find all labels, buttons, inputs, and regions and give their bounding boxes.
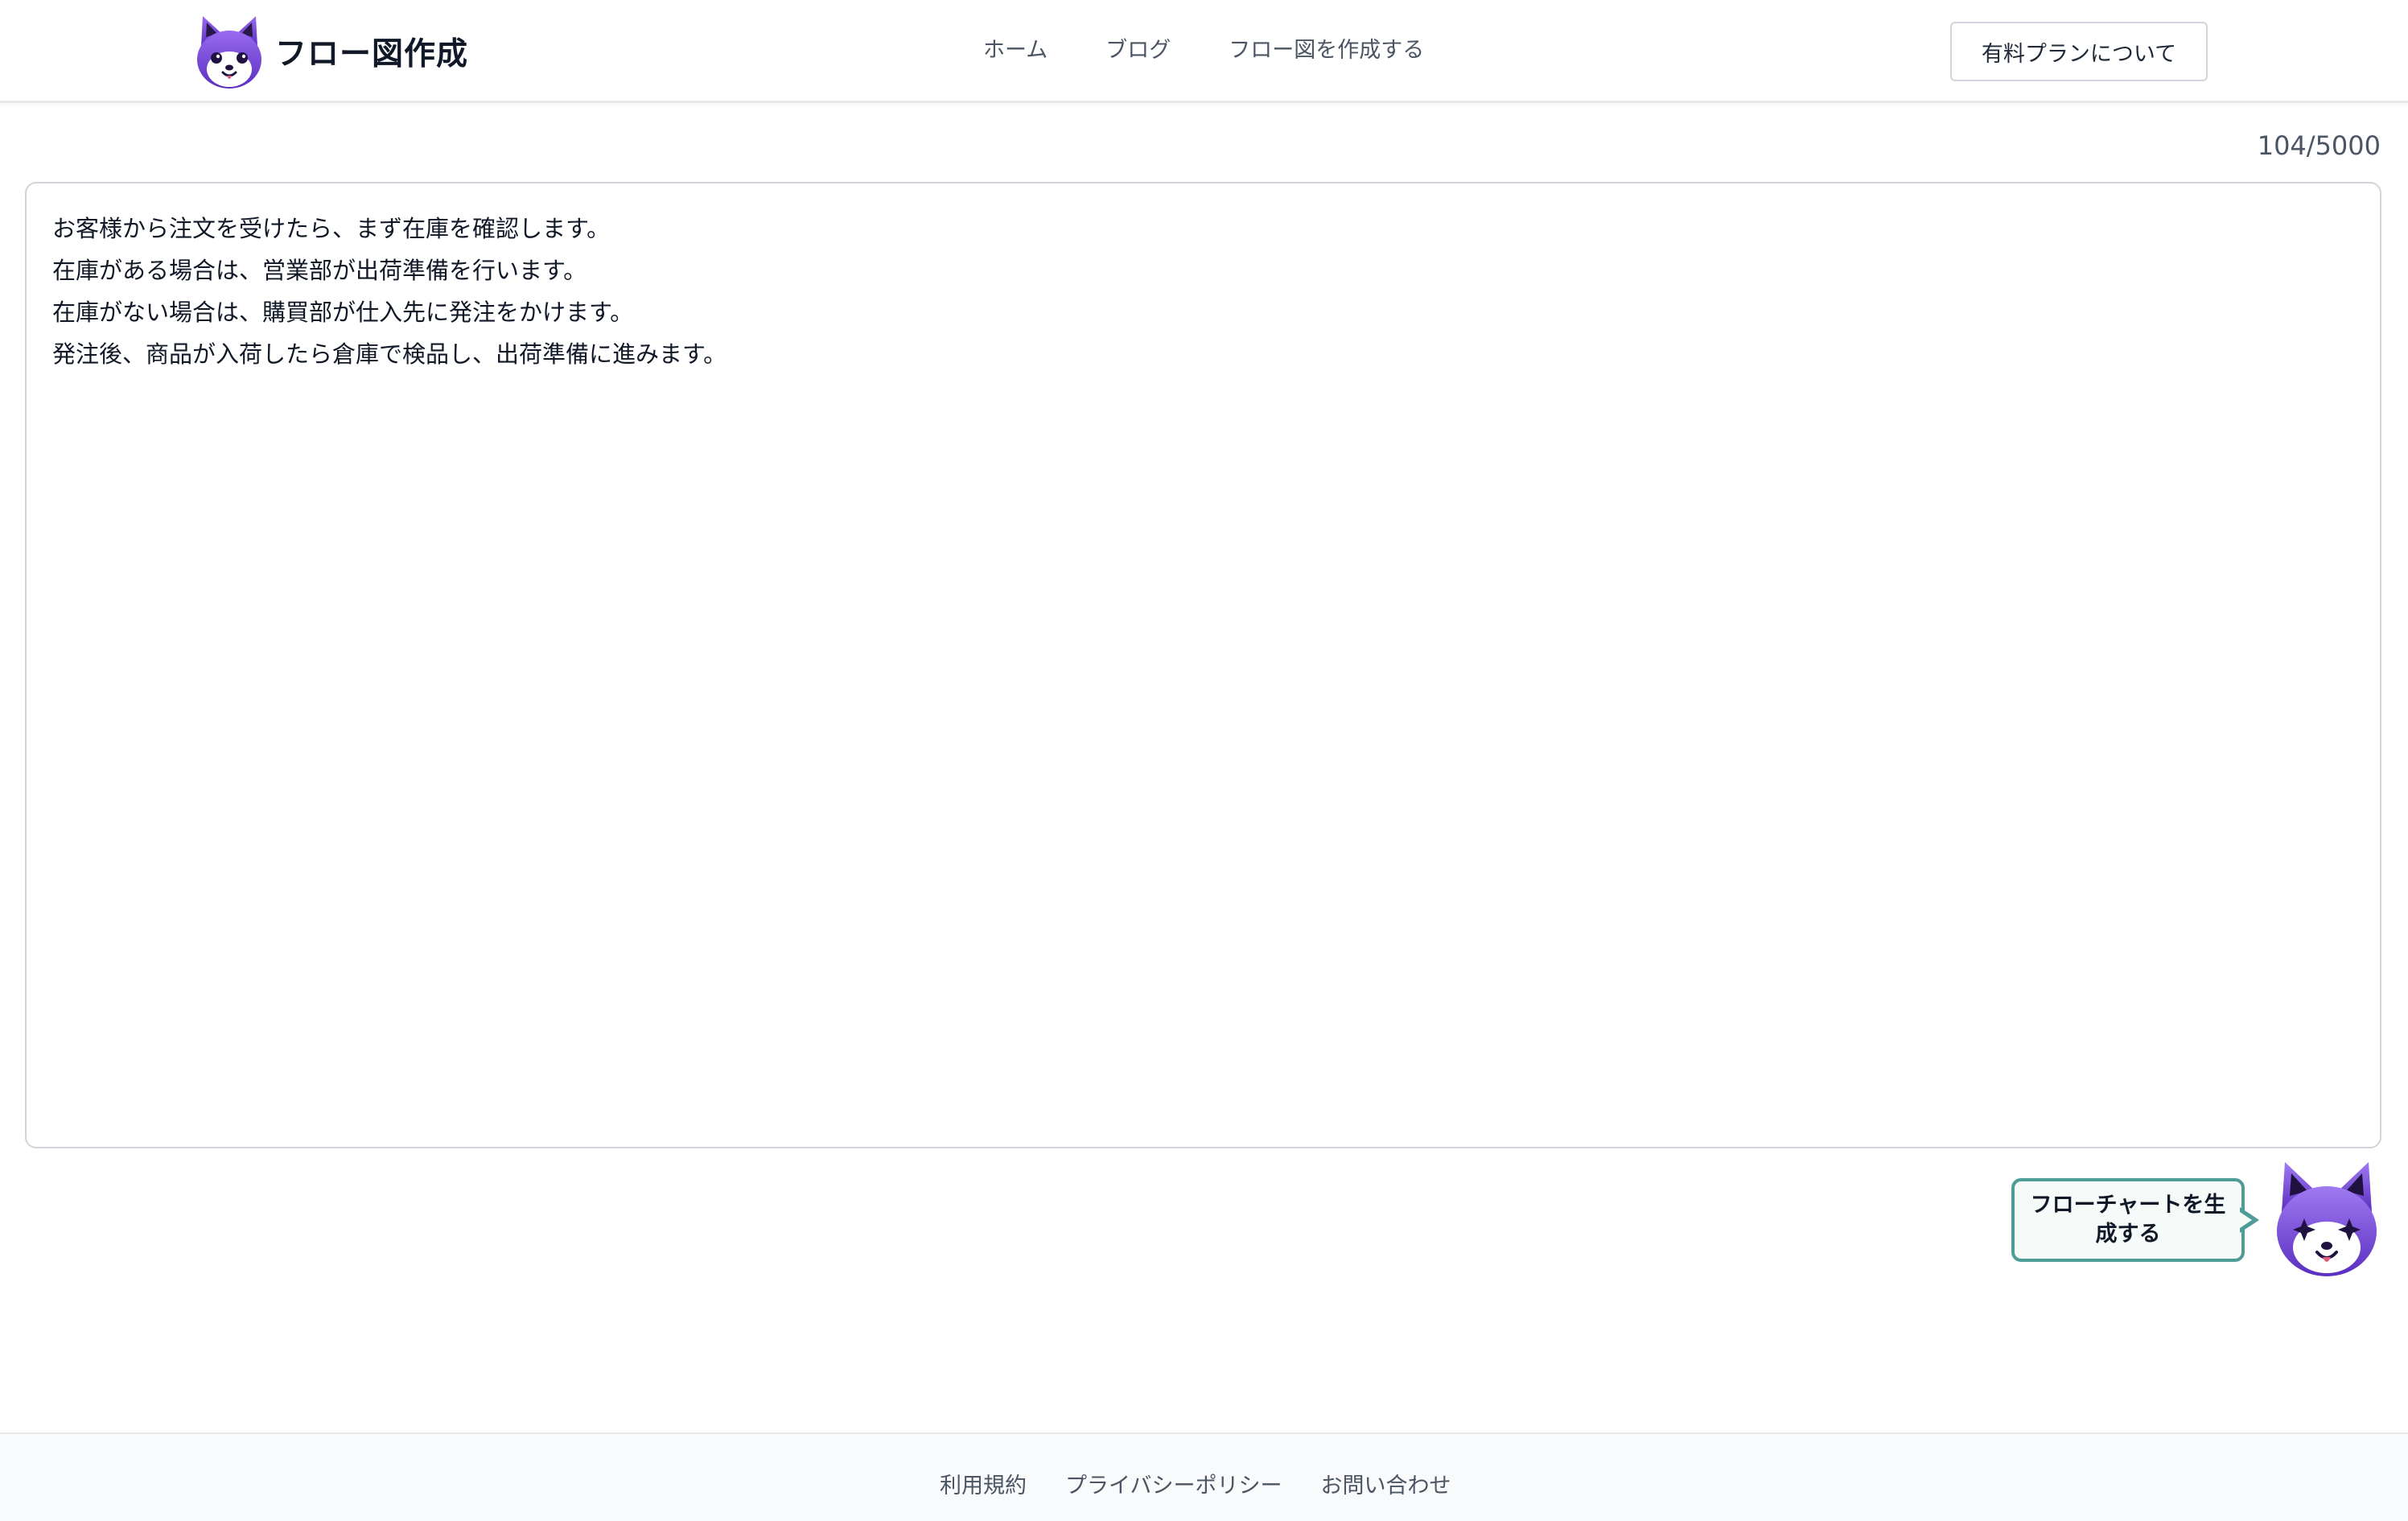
speech-bubble-tail-fill [2240,1212,2252,1228]
character-counter: 104/5000 [2257,130,2381,161]
nav-home-link[interactable]: ホーム [983,31,1048,71]
flow-description-textarea[interactable]: お客様から注文を受けたら、まず在庫を確認します。 在庫がある場合は、営業部が出荷… [25,182,2381,1148]
generate-label: フローチャートを生成する [2030,1193,2226,1247]
main-nav: ホーム ブログ フロー図を作成する [983,31,1424,71]
footer-privacy-link[interactable]: プライバシーポリシー [1065,1468,1282,1499]
paid-plan-button[interactable]: 有料プランについて [1950,22,2208,81]
nav-blog-link[interactable]: ブログ [1105,31,1171,71]
footer-links: 利用規約 プライバシーポリシー お問い合わせ [940,1468,1451,1499]
footer-contact-link[interactable]: お問い合わせ [1320,1468,1451,1499]
nav-create-flowchart-link[interactable]: フロー図を作成する [1229,31,1424,71]
generate-flowchart-button[interactable]: フローチャートを生成する [2010,1159,2388,1288]
footer-terms-link[interactable]: 利用規約 [940,1468,1027,1499]
brand-name: フロー図作成 [275,36,469,72]
brand-home-link[interactable]: フロー図作成 [195,11,468,92]
generate-speech-bubble[interactable]: フローチャートを生成する [2011,1178,2245,1262]
site-footer: 利用規約 プライバシーポリシー お問い合わせ [0,1432,2408,1521]
fox-mascot-icon [195,13,264,90]
site-header: フロー図作成 ホーム ブログ フロー図を作成する 有料プランについて [0,0,2408,103]
sparkle-eyed-fox-mascot-icon[interactable] [2274,1159,2380,1283]
